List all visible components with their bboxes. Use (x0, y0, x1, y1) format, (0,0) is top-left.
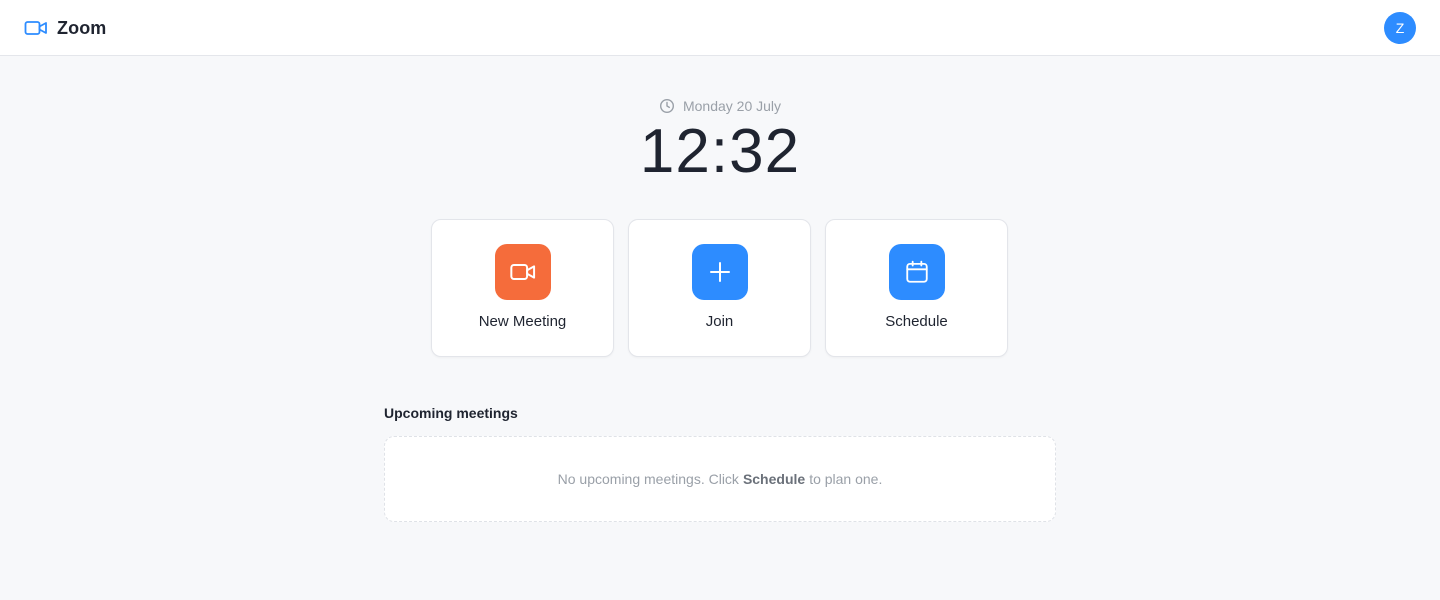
schedule-label: Schedule (885, 313, 948, 330)
plus-icon (710, 262, 730, 282)
clock-icon (659, 98, 674, 114)
join-button[interactable]: Join (628, 219, 811, 357)
schedule-button[interactable]: Schedule (825, 219, 1008, 357)
new-meeting-button[interactable]: New Meeting (431, 219, 614, 357)
zoom-logo-icon (24, 21, 47, 35)
current-date: Monday 20 July (682, 98, 782, 114)
upcoming-meetings-empty-state: No upcoming meetings. Click Schedule to … (384, 436, 1056, 522)
empty-state-suffix: to plan one. (809, 471, 883, 487)
join-tile (692, 244, 748, 300)
upcoming-meetings-heading: Upcoming meetings (384, 405, 518, 421)
date-row: Monday 20 July (0, 96, 1440, 116)
user-avatar[interactable]: Z (1384, 12, 1416, 44)
schedule-tile (889, 244, 945, 300)
calendar-icon (906, 260, 928, 283)
video-camera-icon (510, 264, 536, 280)
join-label: Join (705, 313, 734, 330)
schedule-link[interactable]: Schedule (743, 471, 805, 487)
app-brand: Zoom (24, 14, 106, 42)
quick-actions: New Meeting Join Schedule (431, 219, 1009, 357)
current-time: 12:32 (639, 117, 801, 186)
empty-state-text: No upcoming meetings. Click (557, 471, 739, 487)
new-meeting-label: New Meeting (478, 313, 567, 330)
app-name: Zoom (57, 17, 107, 38)
top-bar: Zoom Z (0, 0, 1440, 56)
new-meeting-tile (495, 244, 551, 300)
